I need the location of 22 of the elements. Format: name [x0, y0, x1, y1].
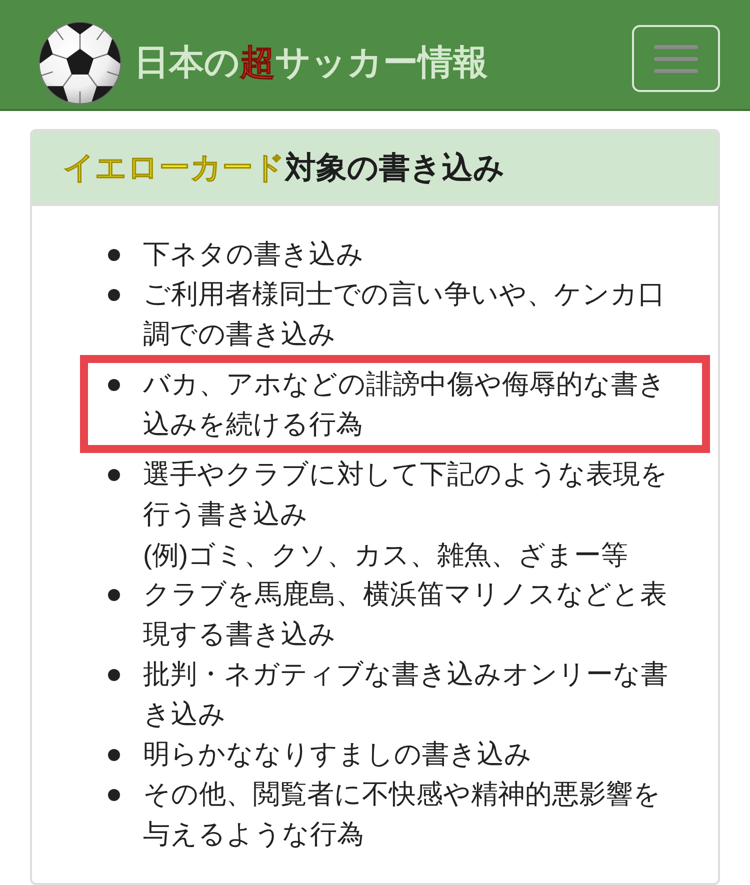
menu-icon — [654, 44, 698, 72]
list-item-text: ご利用者様同士での言い争いや、ケンカ口調での書き込み — [143, 278, 666, 352]
list-item-text: クラブを馬鹿島、横浜笛マリノスなどと表現する書き込み — [143, 578, 668, 652]
card-title: イエローカード対象の書き込み — [63, 148, 505, 188]
bullet-icon — [108, 249, 120, 261]
example-text: (例)ゴミ、クソ、カス、雑魚、ざまー等 — [143, 539, 629, 572]
bullet-icon — [108, 289, 120, 301]
bullet-icon — [108, 379, 120, 391]
list-item-text: 下ネタの書き込み — [143, 238, 365, 272]
list-item-text: 批判・ネガティブな書き込みオンリーな書き込み — [143, 658, 669, 732]
bullet-icon — [108, 749, 120, 761]
list-item-text: 選手やクラブに対して下記のような表現を行う書き込み — [143, 458, 669, 532]
menu-button[interactable] — [632, 25, 720, 92]
list-item-text: 明らかななりすましの書き込み — [143, 738, 533, 772]
bullet-icon — [108, 589, 120, 601]
bullet-icon — [108, 669, 120, 681]
list-item-text: バカ、アホなどの誹謗中傷や侮辱的な書き込みを続ける行為 — [143, 368, 667, 442]
list-item-text: その他、閲覧者に不快感や精神的悪影響を与えるような行為 — [143, 778, 662, 852]
site-title: 日本の超サッカー情報 — [134, 42, 488, 84]
bullet-icon — [108, 469, 120, 481]
soccer-ball-icon — [38, 20, 122, 104]
bullet-icon — [108, 789, 120, 801]
